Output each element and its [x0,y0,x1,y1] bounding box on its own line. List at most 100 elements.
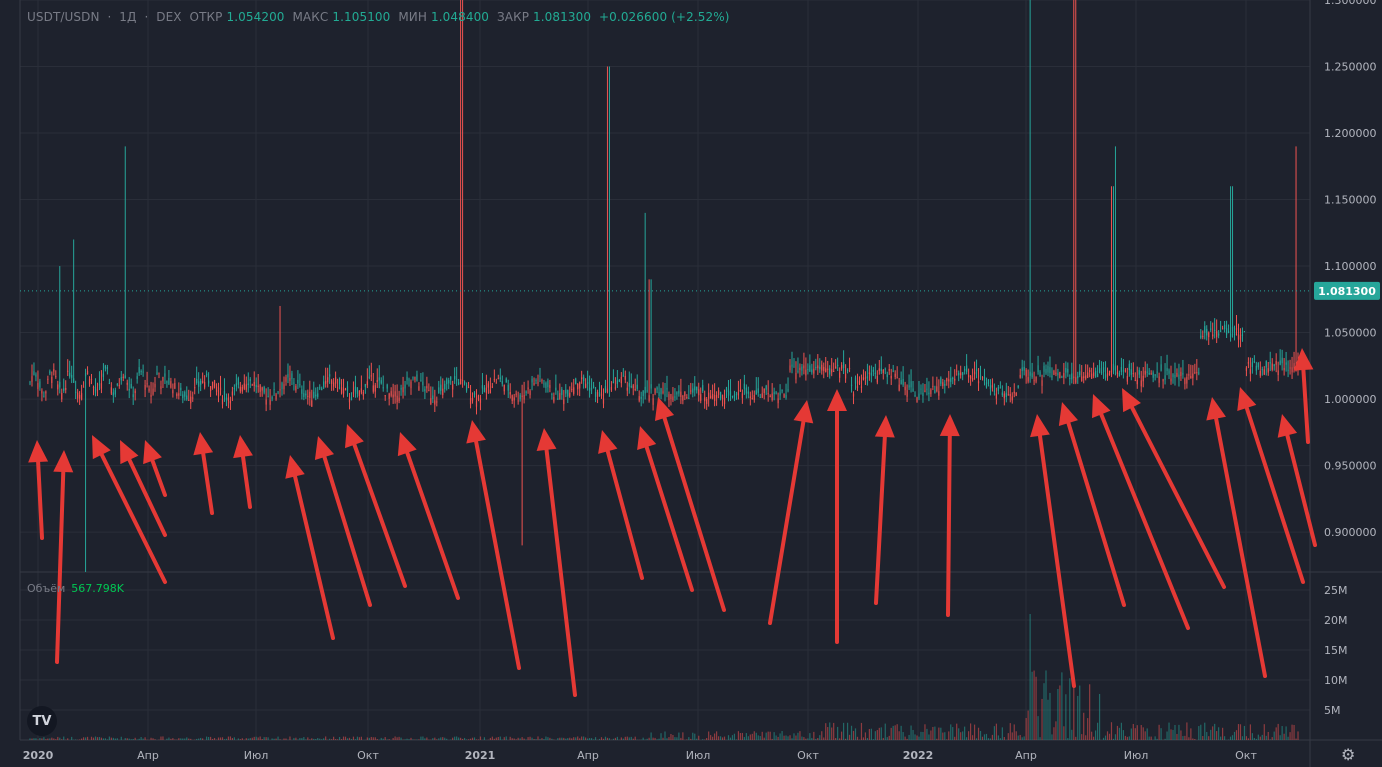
volume-bar [410,737,412,740]
candle-body [551,393,553,395]
volume-bar [202,738,204,740]
candle-body [229,400,232,404]
volume-bar [1079,685,1081,740]
volume-bar [801,736,803,740]
symbol-label[interactable]: USDT/USDN [27,10,100,24]
volume-bar [543,738,545,740]
volume-bar [1208,736,1210,740]
candle-body [565,389,567,394]
volume-bar [1172,729,1174,740]
volume-bar [120,736,122,740]
candle-body [922,392,924,397]
gear-icon[interactable]: ⚙ [1341,745,1355,764]
volume-bar [991,734,994,740]
volume-bar [551,738,553,740]
volume-bar [1160,728,1162,740]
annotation-arrow-head [285,455,305,479]
candle-body [594,391,597,397]
candle-body [979,375,982,377]
volume-bar [301,738,303,740]
volume-bar [166,738,168,740]
volume-bar [63,736,65,740]
volume-bar [533,739,535,740]
candle-body [660,388,662,395]
volume-bar [1210,729,1212,740]
volume-bar [797,732,799,740]
volume-bar [775,735,777,740]
candle-body [396,395,398,403]
volume-bar [263,737,265,740]
volume-bar [1009,723,1011,740]
candle-body [460,378,462,385]
volume-bar [989,738,992,740]
volume-bar [370,736,372,740]
candle-body [652,398,654,405]
candle-body [688,397,690,399]
volume-bar [1229,736,1232,740]
annotation-arrow-shaft [1037,433,1076,688]
candle-body [624,375,626,380]
volume-bar [676,737,678,740]
candle-body [1110,370,1113,373]
candle-body [309,391,311,398]
volume-bar [493,738,495,740]
volume-bar [1251,733,1253,740]
volume-bar [442,737,444,740]
volume-bar [723,736,726,740]
volume-bar [94,736,97,740]
volume-bar [841,731,843,740]
volume-bar [803,737,805,740]
candle-body [241,386,243,392]
volume-bar [646,738,648,740]
volume-bar [968,731,970,740]
volume-bar [1190,728,1192,740]
volume-bar [515,739,517,740]
volume-bar [1281,726,1283,740]
candle-body [1220,330,1222,332]
price-chart[interactable]: 1.300000 1.250000 1.200000 1.150000 1.100000… [0,0,1382,767]
volume-bar [469,738,472,740]
candle-body [777,398,779,404]
volume-bar [995,723,997,740]
candle-body [938,391,940,396]
candle-body [382,387,384,389]
candle-body [313,391,315,398]
volume-bar [358,737,361,740]
candle-body [815,366,817,368]
candle-body [1281,357,1283,364]
candle-body [362,391,364,396]
candle-body [964,368,966,371]
volume-bar [1243,725,1246,740]
volume-bar [31,738,33,740]
candle-body [487,383,489,388]
interval-label[interactable]: 1Д [119,10,136,24]
candle-body [698,389,700,396]
volume-bar [416,739,418,740]
candle-body [420,379,422,381]
volume-bar [660,733,662,740]
volume-bar [475,739,478,740]
volume-bar [1166,731,1168,740]
volume-bar [128,738,130,740]
volume-bar [1047,699,1049,740]
candle-body [1017,385,1019,388]
candle-body [186,395,188,400]
price-tick-label: 0.900000 [1324,526,1377,539]
volume-bar [331,739,333,740]
volume-bar [245,738,247,740]
candle-body [547,380,549,388]
price-tick-label: 1.250000 [1324,61,1377,74]
price-tick-label: 1.200000 [1324,127,1377,140]
volume-bar [880,727,882,740]
candle-body [104,365,107,369]
volume-bar [1122,730,1124,740]
volume-bar [211,738,214,740]
volume-bar [98,737,101,740]
tradingview-logo-icon[interactable]: TV [27,706,57,736]
candle-body [358,390,361,396]
volume-bar [888,735,890,740]
candle-body [1065,367,1067,373]
volume-bar [1017,735,1019,740]
candle-body [856,385,859,389]
candle-body [894,373,896,378]
